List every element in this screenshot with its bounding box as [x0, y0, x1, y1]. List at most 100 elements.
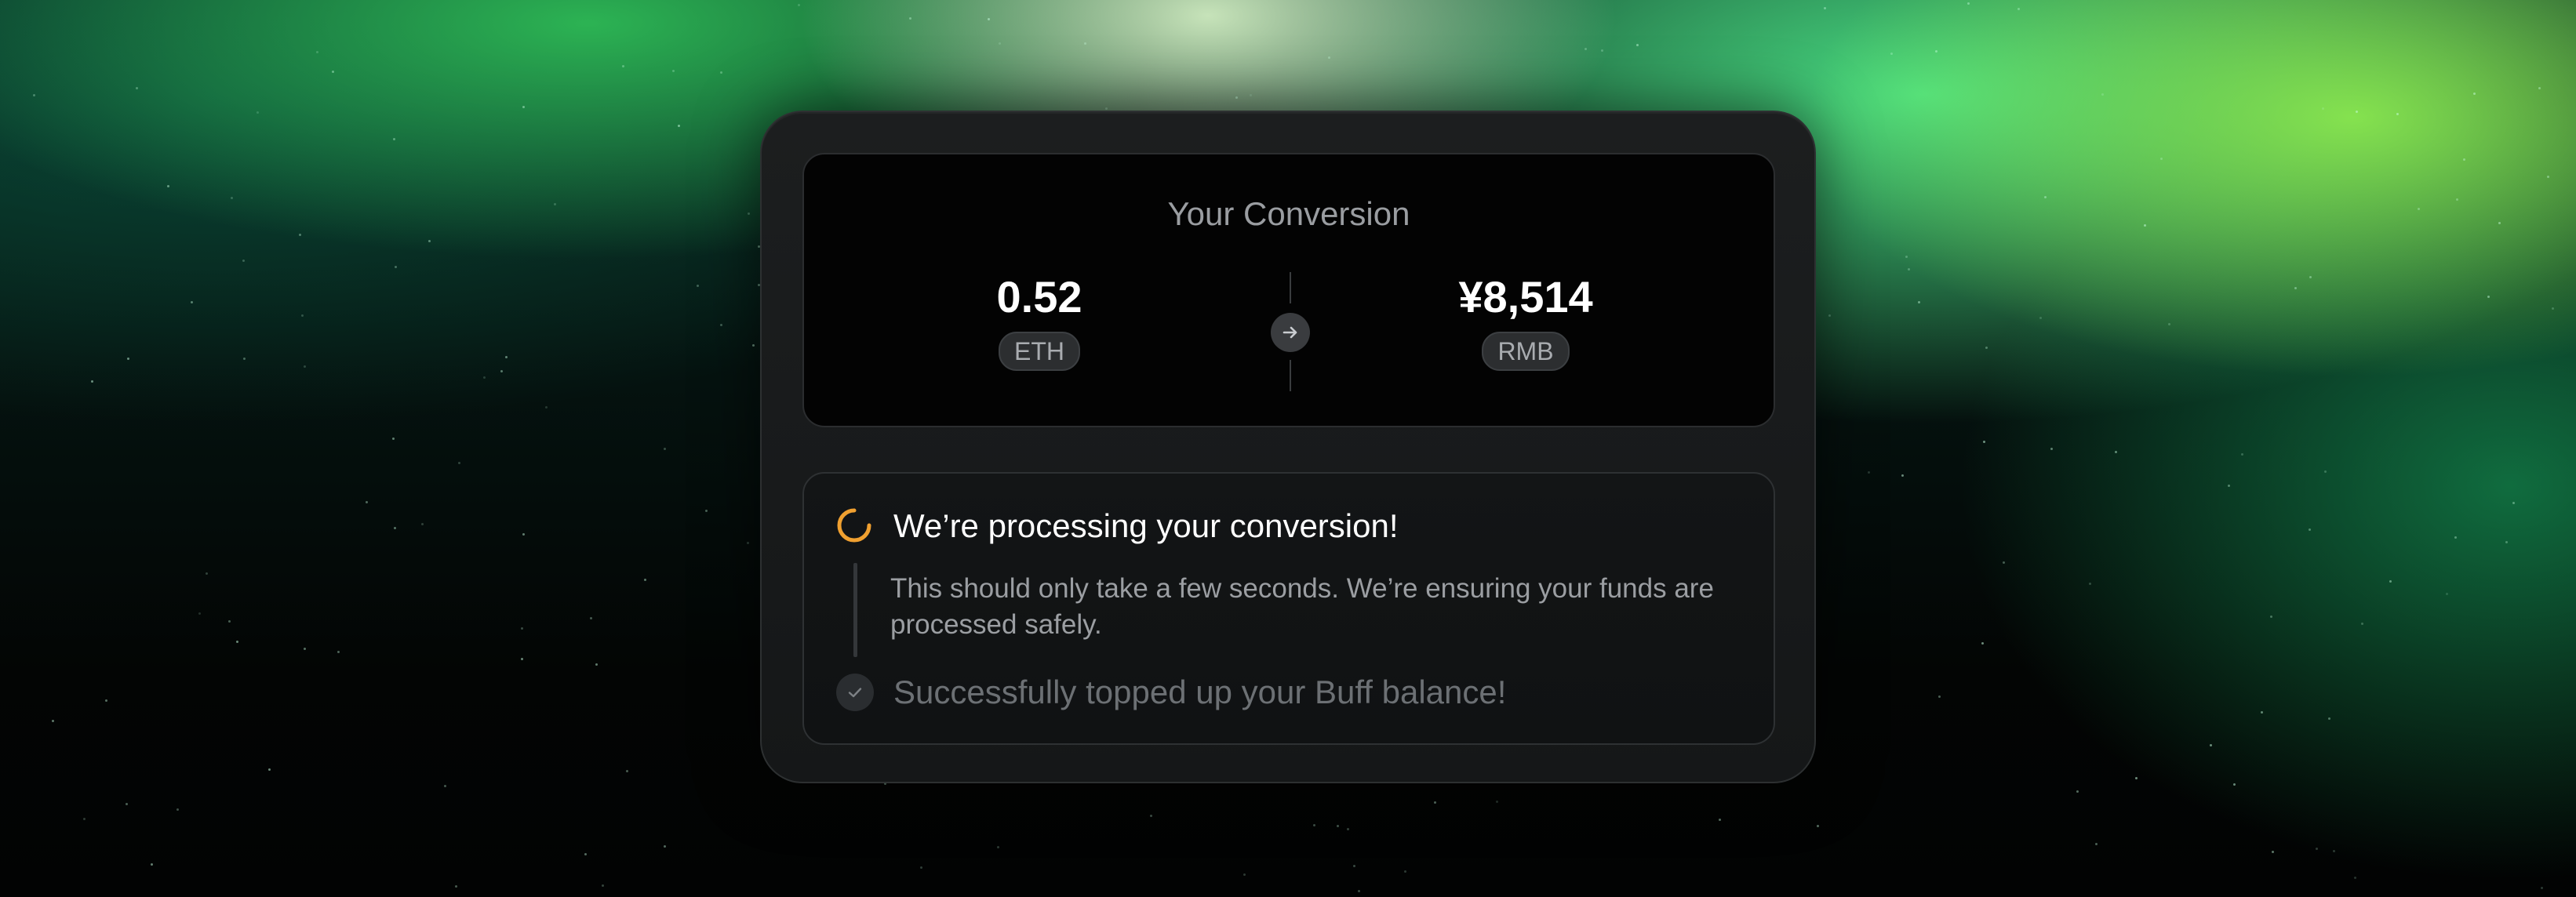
star — [664, 448, 667, 451]
star — [1907, 267, 1910, 271]
star — [457, 461, 460, 464]
star — [2089, 583, 2092, 586]
star — [2002, 561, 2005, 565]
star — [2546, 176, 2549, 179]
star — [520, 627, 523, 630]
star — [1243, 873, 1246, 876]
divider-bottom — [1290, 360, 1291, 391]
star — [1967, 2, 1970, 5]
check-icon — [836, 674, 874, 711]
star — [746, 542, 749, 545]
star — [2396, 113, 2399, 116]
star — [696, 284, 699, 287]
star — [2294, 286, 2297, 289]
star — [2271, 850, 2274, 853]
star — [231, 196, 234, 199]
star — [1719, 818, 1722, 821]
conversion-status-panel: We’re processing your conversion! This s… — [802, 472, 1775, 745]
star — [227, 620, 231, 623]
star — [2454, 536, 2458, 539]
star — [2076, 790, 2079, 793]
star — [987, 18, 990, 21]
star — [301, 314, 304, 317]
star — [1985, 346, 1988, 349]
star — [705, 510, 708, 513]
star — [1905, 256, 1908, 259]
star — [747, 212, 750, 216]
arrow-right-icon — [1271, 313, 1310, 352]
star — [190, 301, 193, 304]
star — [125, 802, 128, 805]
star — [242, 259, 245, 262]
star — [1328, 56, 1331, 59]
star — [1495, 801, 1498, 804]
star — [920, 866, 923, 870]
star — [1434, 801, 1437, 804]
star — [2316, 848, 2319, 851]
star — [1353, 865, 1356, 868]
star — [444, 784, 447, 787]
star — [337, 651, 340, 654]
from-currency-badge: ETH — [999, 332, 1080, 371]
star — [395, 266, 398, 269]
star — [2498, 221, 2501, 224]
star — [2309, 528, 2312, 531]
star — [644, 579, 647, 582]
star — [2332, 849, 2335, 852]
conversion-card: Your Conversion 0.52 ETH ¥8,514 RMB We’r — [760, 111, 1816, 783]
processing-step-title: We’re processing your conversion! — [893, 507, 1399, 544]
star — [2101, 93, 2105, 96]
step-connector-line — [853, 563, 857, 657]
star — [798, 4, 801, 7]
star — [1828, 314, 1831, 317]
star — [2261, 710, 2264, 714]
star — [505, 356, 508, 359]
star — [83, 818, 86, 821]
star — [104, 699, 107, 702]
star — [1235, 96, 1239, 99]
star — [1249, 93, 1252, 96]
star — [2463, 158, 2466, 162]
star — [316, 51, 319, 54]
star — [672, 70, 675, 73]
star — [2355, 111, 2358, 114]
to-amount: ¥8,514 — [1458, 272, 1593, 321]
star — [626, 769, 629, 772]
star — [2233, 783, 2236, 786]
star — [1901, 474, 1905, 477]
star — [268, 768, 271, 771]
spinner-icon — [837, 508, 871, 543]
star — [2039, 316, 2042, 319]
star — [2018, 7, 2021, 10]
star — [150, 862, 153, 866]
star — [2115, 450, 2118, 453]
star — [205, 572, 208, 576]
to-amount-block: ¥8,514 RMB — [1369, 272, 1683, 371]
star — [1935, 49, 1938, 53]
star — [2505, 541, 2508, 544]
star — [2321, 107, 2324, 110]
star — [719, 323, 722, 326]
star — [393, 527, 396, 530]
star — [1981, 641, 1984, 645]
star — [2551, 307, 2554, 310]
star — [1918, 300, 1921, 303]
star — [303, 365, 306, 368]
star — [136, 87, 139, 90]
to-currency-badge: RMB — [1482, 332, 1570, 371]
star — [1983, 440, 1986, 443]
star — [554, 203, 557, 206]
conversion-summary: Your Conversion 0.52 ETH ¥8,514 RMB — [802, 153, 1775, 427]
star — [1336, 825, 1339, 828]
star — [2240, 452, 2243, 456]
star — [167, 184, 170, 187]
star — [522, 105, 526, 108]
star — [2143, 223, 2146, 227]
star — [1890, 53, 1894, 56]
star — [2538, 87, 2541, 90]
star — [2210, 744, 2213, 747]
star — [242, 357, 246, 360]
star — [2540, 886, 2543, 889]
star — [2159, 157, 2163, 160]
completed-step-title: Successfully topped up your Buff balance… — [893, 674, 1507, 710]
